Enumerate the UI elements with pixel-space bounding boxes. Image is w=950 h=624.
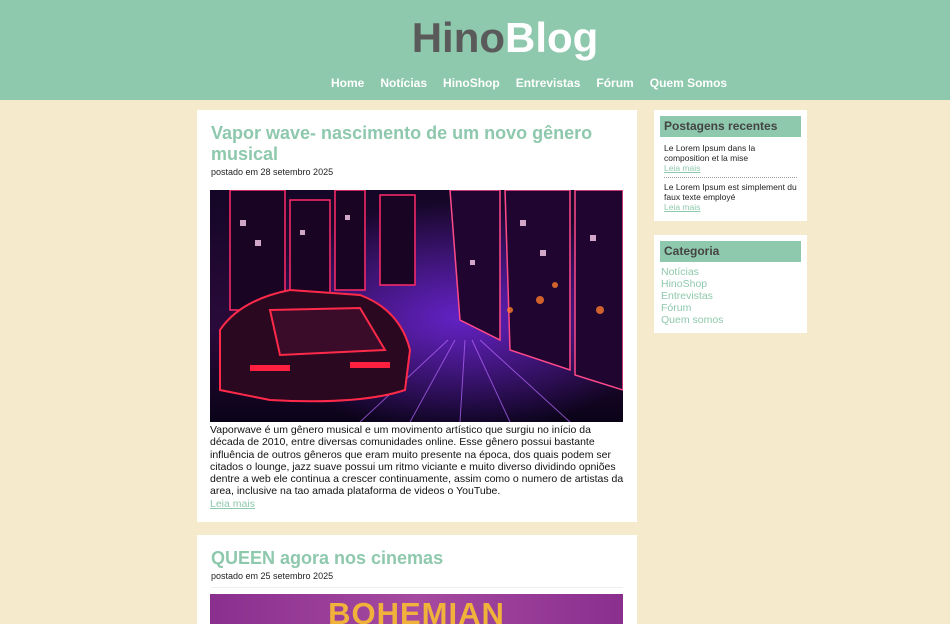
post-title[interactable]: QUEEN agora nos cinemas xyxy=(211,548,623,569)
category-heading: Categoria xyxy=(660,241,801,262)
post-date: postado em 28 setembro 2025 xyxy=(211,167,334,177)
nav-home[interactable]: Home xyxy=(323,76,372,90)
recent-posts-widget: Postagens recentes Le Lorem Ipsum dans l… xyxy=(654,110,807,221)
recent-post-text: Le Lorem Ipsum est simplement du faux te… xyxy=(664,182,797,202)
recent-post-item[interactable]: Le Lorem Ipsum dans la composition et la… xyxy=(664,142,797,176)
post-title[interactable]: Vapor wave- nascimento de um novo gênero… xyxy=(211,123,623,165)
post-image-queen: BOHEMIAN xyxy=(210,594,623,624)
post-image-text: BOHEMIAN xyxy=(328,596,505,624)
category-link-hinoshop[interactable]: HinoShop xyxy=(660,278,801,290)
nav-hinoshop[interactable]: HinoShop xyxy=(435,76,508,90)
post-image-vaporwave xyxy=(210,190,623,422)
post-excerpt: Vaporwave é um gênero musical e um movim… xyxy=(210,424,625,510)
post-card: QUEEN agora nos cinemas postado em 25 se… xyxy=(197,535,637,624)
nav-forum[interactable]: Fórum xyxy=(588,76,641,90)
read-more-link[interactable]: Leia mais xyxy=(664,163,797,173)
recent-posts-list: Le Lorem Ipsum dans la composition et la… xyxy=(660,142,801,215)
site-header: HinoBlog Home Notícias HinoShop Entrevis… xyxy=(0,0,950,100)
category-list: Notícias HinoShop Entrevistas Fórum Quem… xyxy=(660,266,801,326)
post-body: Vaporwave é um gênero musical e um movim… xyxy=(210,424,624,498)
category-link-noticias[interactable]: Notícias xyxy=(660,266,801,278)
category-link-entrevistas[interactable]: Entrevistas xyxy=(660,290,801,302)
post-date: postado em 25 setembro 2025 xyxy=(211,571,334,581)
nav-noticias[interactable]: Notícias xyxy=(372,76,435,90)
logo-part-hino: Hino xyxy=(411,14,505,61)
post-divider xyxy=(211,587,623,588)
category-widget: Categoria Notícias HinoShop Entrevistas … xyxy=(654,235,807,333)
read-more-link[interactable]: Leia mais xyxy=(664,202,797,212)
site-logo[interactable]: HinoBlog xyxy=(0,14,950,62)
recent-post-item[interactable]: Le Lorem Ipsum est simplement du faux te… xyxy=(664,177,797,215)
category-link-forum[interactable]: Fórum xyxy=(660,302,801,314)
category-link-quem-somos[interactable]: Quem somos xyxy=(660,314,801,326)
main-nav: Home Notícias HinoShop Entrevistas Fórum… xyxy=(323,76,735,90)
recent-posts-heading: Postagens recentes xyxy=(660,116,801,137)
read-more-link[interactable]: Leia mais xyxy=(210,498,625,510)
nav-entrevistas[interactable]: Entrevistas xyxy=(508,76,589,90)
nav-quem-somos[interactable]: Quem Somos xyxy=(642,76,735,90)
recent-post-text: Le Lorem Ipsum dans la composition et la… xyxy=(664,143,756,163)
post-card: Vapor wave- nascimento de um novo gênero… xyxy=(197,110,637,522)
logo-part-blog: Blog xyxy=(505,14,599,61)
